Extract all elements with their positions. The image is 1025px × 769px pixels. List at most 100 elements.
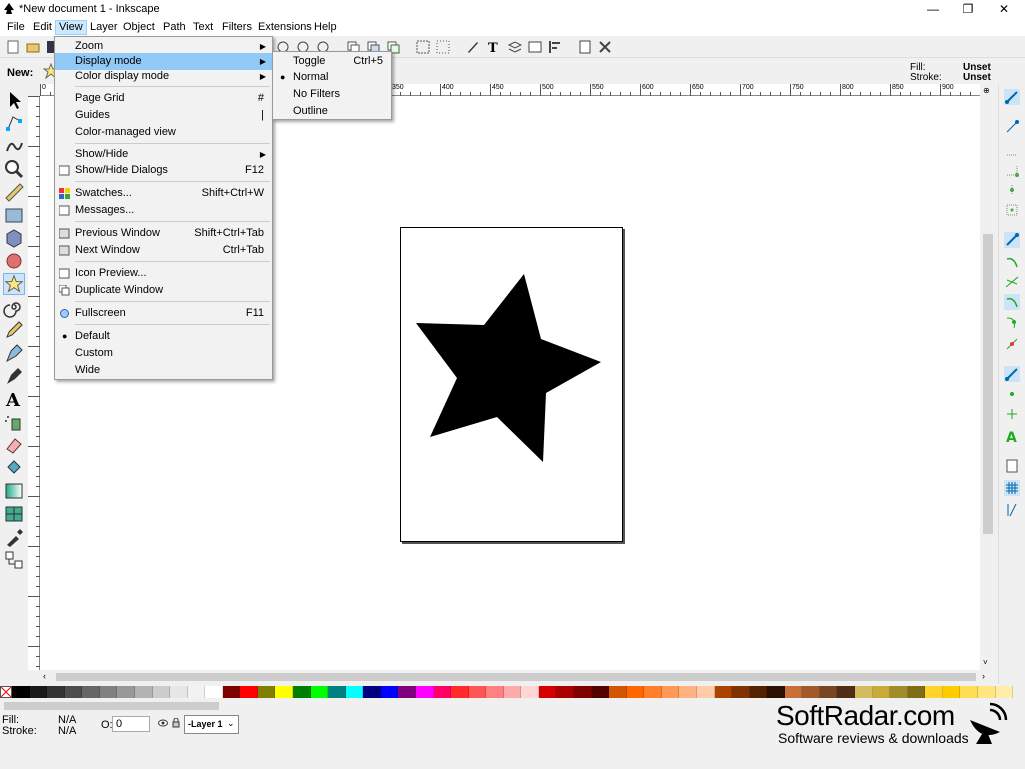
snap-guides-icon[interactable] (1004, 502, 1020, 518)
pencil-tool-icon[interactable] (3, 319, 25, 341)
palette-swatch[interactable] (977, 686, 996, 698)
rectangle-tool-icon[interactable] (3, 204, 25, 226)
palette-swatch[interactable] (749, 686, 768, 698)
palette-swatch[interactable] (732, 686, 750, 698)
palette-swatch[interactable] (609, 686, 627, 698)
gradient-tool-icon[interactable] (3, 480, 25, 502)
star-tool-icon[interactable] (3, 273, 25, 295)
menu-file[interactable]: File (4, 20, 28, 35)
palette-swatch[interactable] (960, 686, 978, 698)
palette-swatch[interactable] (257, 686, 276, 698)
palette-swatch[interactable] (380, 686, 399, 698)
palette-swatch[interactable] (310, 686, 329, 698)
palette-swatch[interactable] (398, 686, 416, 698)
palette-swatch[interactable] (907, 686, 926, 698)
snap-bbox-edges-icon[interactable] (1004, 142, 1020, 158)
view-menu-guides[interactable]: Guides | (55, 107, 272, 124)
palette-swatch[interactable] (925, 686, 943, 698)
palette-swatch[interactable] (696, 686, 715, 698)
spray-tool-icon[interactable] (3, 411, 25, 433)
scroll-right-icon[interactable]: › (982, 671, 985, 681)
view-menu-color-managed-view[interactable]: Color-managed view (55, 124, 272, 141)
view-menu-custom[interactable]: Custom (55, 345, 272, 362)
menu-help[interactable]: Help (311, 20, 340, 35)
fill-stroke-indicator[interactable]: Fill: Unset Stroke: Unset (905, 61, 1005, 83)
palette-swatch[interactable] (503, 686, 522, 698)
fill-stroke-icon[interactable] (466, 40, 480, 54)
palette-swatch[interactable] (47, 686, 65, 698)
display-mode-outline[interactable]: Outline (273, 103, 391, 120)
view-menu-previous-window[interactable]: Previous Window Shift+Ctrl+Tab (55, 225, 272, 242)
menu-layer[interactable]: Layer (87, 20, 121, 35)
new-document-icon[interactable] (6, 40, 20, 54)
palette-swatch[interactable] (995, 686, 1014, 698)
palette-swatch[interactable] (767, 686, 785, 698)
view-menu-show-hide-dialogs[interactable]: Show/Hide Dialogs F12 (55, 162, 272, 179)
tweak-tool-icon[interactable] (3, 135, 25, 157)
palette-swatch[interactable] (451, 686, 469, 698)
palette-swatch[interactable] (802, 686, 820, 698)
snap-path-intersections-icon[interactable] (1004, 274, 1020, 290)
palette-swatch[interactable] (222, 686, 241, 698)
view-menu-wide[interactable]: Wide (55, 362, 272, 379)
palette-swatch[interactable] (29, 686, 48, 698)
palette-swatch[interactable] (134, 686, 153, 698)
opacity-spinbox[interactable]: 0 (112, 716, 150, 732)
vertical-scroll-thumb[interactable] (983, 234, 993, 534)
star-object[interactable] (401, 228, 624, 543)
snap-paths-icon[interactable] (1004, 254, 1020, 270)
palette-swatch[interactable] (275, 686, 293, 698)
view-menu-default[interactable]: ● Default (55, 328, 272, 345)
palette-swatch[interactable] (433, 686, 452, 698)
vertical-scrollbar[interactable]: ⊕ ˅ (980, 84, 996, 670)
palette-swatch[interactable] (187, 686, 206, 698)
scroll-up-icon[interactable]: ⊕ (983, 86, 990, 95)
palette-swatch[interactable] (784, 686, 803, 698)
document-page[interactable] (400, 227, 623, 542)
spiral-tool-icon[interactable] (3, 296, 25, 318)
palette-swatch[interactable] (872, 686, 891, 698)
palette-swatch[interactable] (890, 686, 908, 698)
view-menu-fullscreen[interactable]: Fullscreen F11 (55, 305, 272, 322)
palette-swatch[interactable] (363, 686, 381, 698)
palette-swatch[interactable] (240, 686, 258, 698)
snap-grids-icon[interactable] (1004, 480, 1020, 496)
measure-tool-icon[interactable] (3, 181, 25, 203)
snap-bbox-corners-icon[interactable] (1004, 162, 1020, 178)
palette-swatch[interactable] (117, 686, 135, 698)
palette-swatch[interactable] (12, 686, 30, 698)
snap-bbox-icon[interactable] (1004, 119, 1020, 135)
snap-smooth-nodes-icon[interactable] (1004, 314, 1020, 330)
palette-swatch[interactable] (468, 686, 487, 698)
snap-bbox-midpoints-icon[interactable] (1004, 182, 1020, 198)
eraser-tool-icon[interactable] (3, 434, 25, 456)
snap-text-baseline-icon[interactable]: A (1004, 428, 1020, 444)
align-distribute-icon[interactable] (548, 40, 562, 54)
palette-swatch[interactable] (679, 686, 697, 698)
zoom-tool-icon[interactable] (3, 158, 25, 180)
view-menu-next-window[interactable]: Next Window Ctrl+Tab (55, 242, 272, 259)
layers-icon[interactable] (508, 40, 522, 54)
palette-swatch[interactable] (345, 686, 364, 698)
snap-line-midpoints-icon[interactable] (1004, 336, 1020, 352)
palette-swatch[interactable] (556, 686, 574, 698)
view-menu-messages[interactable]: Messages... (55, 202, 272, 219)
menu-view[interactable]: View (55, 20, 87, 35)
close-button[interactable]: ✕ (986, 0, 1022, 19)
view-menu-icon-preview[interactable]: Icon Preview... (55, 265, 272, 282)
palette-swatch[interactable] (521, 686, 539, 698)
menu-path[interactable]: Path (160, 20, 189, 35)
palette-scroll-thumb[interactable] (4, 702, 219, 710)
horizontal-scrollbar[interactable]: ‹ › (40, 670, 996, 684)
open-document-icon[interactable] (26, 40, 40, 54)
minimize-button[interactable]: — (915, 0, 951, 19)
snap-page-border-icon[interactable] (1004, 458, 1020, 474)
ellipse-tool-icon[interactable] (3, 250, 25, 272)
ungroup-icon[interactable] (436, 40, 450, 54)
snap-bbox-centers-icon[interactable] (1004, 202, 1020, 218)
palette-swatch[interactable] (714, 686, 733, 698)
node-tool-icon[interactable] (3, 112, 25, 134)
menu-extensions[interactable]: Extensions (255, 20, 315, 35)
connector-tool-icon[interactable] (3, 549, 25, 571)
palette-swatch[interactable] (837, 686, 855, 698)
